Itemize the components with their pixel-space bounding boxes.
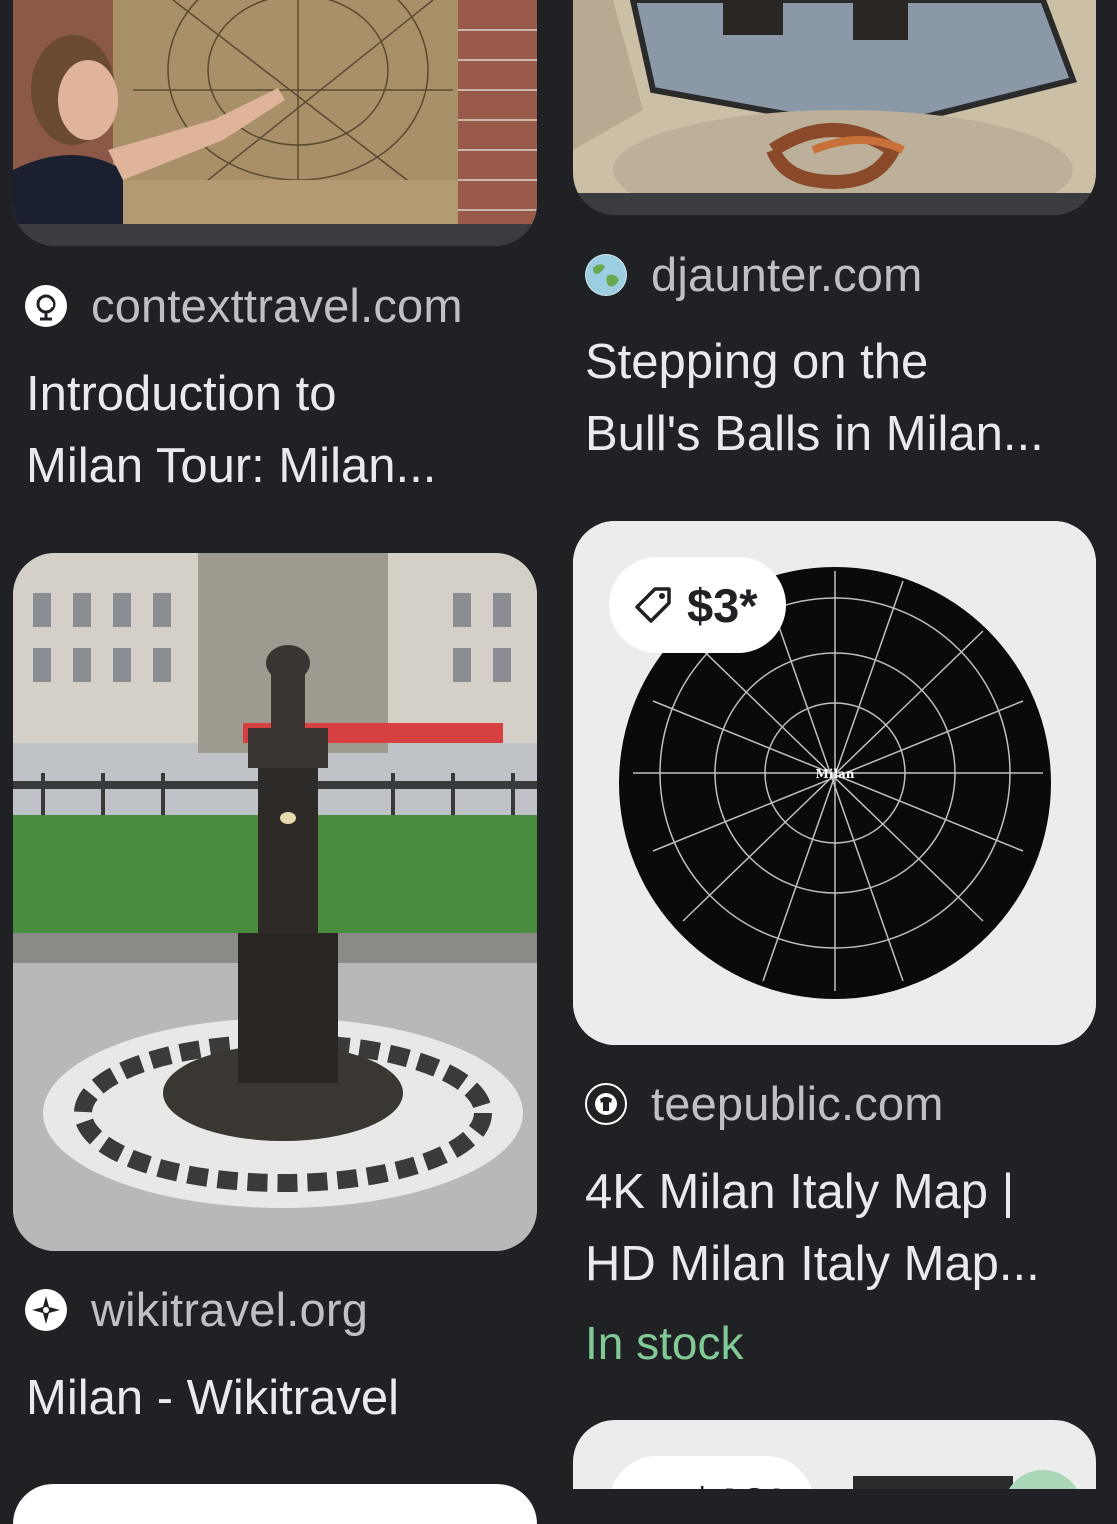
map-photo xyxy=(13,0,537,246)
product-thumbnail xyxy=(853,1476,1013,1489)
teepublic-shirt-icon xyxy=(585,1082,627,1125)
result-title-wikitravel[interactable]: Milan - Wikitravel xyxy=(26,1362,526,1434)
globe-icon xyxy=(585,253,627,296)
price-label: $10* xyxy=(689,1477,786,1490)
compass-icon xyxy=(25,1288,67,1331)
result-image-wikitravel[interactable] xyxy=(13,553,537,1251)
result-image-contexttravel[interactable] xyxy=(13,0,537,246)
source-djaunter[interactable]: djaunter.com xyxy=(585,247,923,302)
source-wikitravel[interactable]: wikitravel.org xyxy=(25,1282,368,1337)
result-image-djaunter[interactable] xyxy=(573,0,1096,215)
map-label: Milan xyxy=(816,767,855,781)
result-title-djaunter[interactable]: Stepping on the Bull's Balls in Milan... xyxy=(585,326,1085,470)
price-chip[interactable]: $3* xyxy=(609,557,786,653)
context-globe-icon xyxy=(25,284,67,327)
result-image-next-right[interactable]: $10* xyxy=(573,1420,1096,1489)
stock-status: In stock xyxy=(585,1317,744,1369)
mosaic-photo xyxy=(573,0,1096,215)
source-label: wikitravel.org xyxy=(91,1283,369,1336)
source-contexttravel[interactable]: contexttravel.com xyxy=(25,278,463,333)
product-thumbnail-accent xyxy=(1003,1470,1083,1489)
result-title-teepublic[interactable]: 4K Milan Italy Map | HD Milan Italy Map.… xyxy=(585,1156,1085,1300)
result-image-next-left[interactable] xyxy=(13,1484,537,1524)
price-label: $3* xyxy=(687,578,758,632)
source-label: djaunter.com xyxy=(651,248,923,301)
source-label: teepublic.com xyxy=(651,1077,944,1130)
price-chip-next[interactable]: $10* xyxy=(609,1456,814,1489)
tag-icon xyxy=(633,585,673,625)
source-label: contexttravel.com xyxy=(91,279,463,332)
result-title-contexttravel[interactable]: Introduction to Milan Tour: Milan... xyxy=(26,358,526,502)
source-teepublic[interactable]: teepublic.com xyxy=(585,1076,944,1131)
fountain-photo xyxy=(13,553,537,1251)
